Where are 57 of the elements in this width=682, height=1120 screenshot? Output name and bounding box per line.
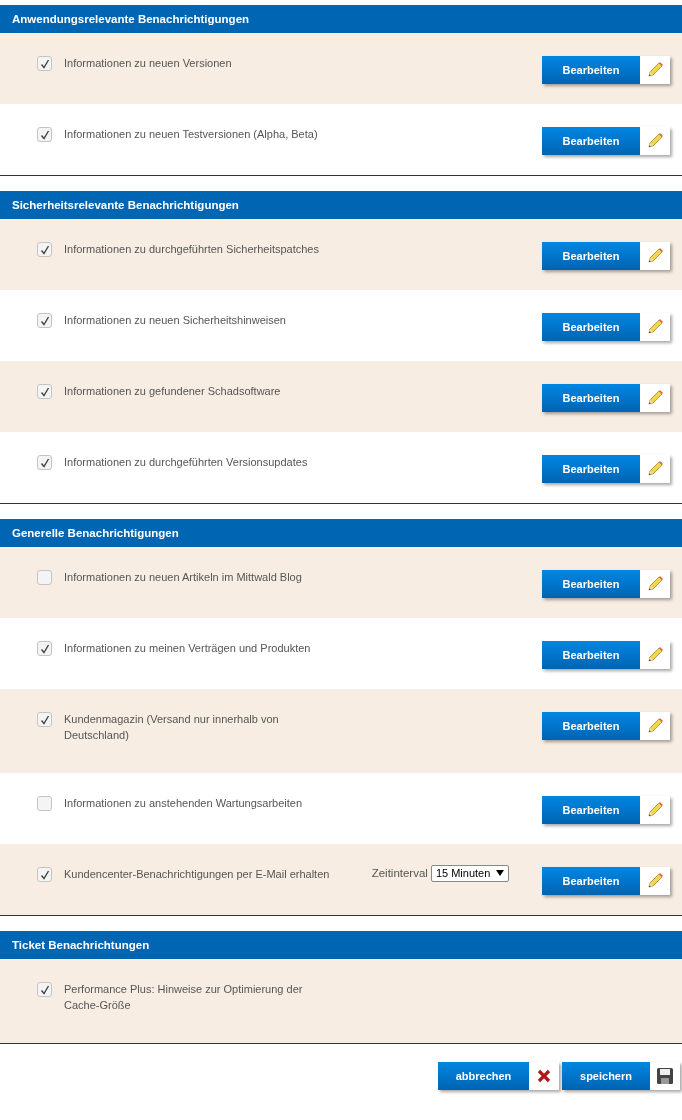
pencil-icon (646, 389, 664, 407)
pencil-icon (646, 460, 664, 478)
edit-button[interactable]: Bearbeiten (542, 712, 640, 740)
save-button[interactable]: speichern (562, 1062, 650, 1090)
option-label: Informationen zu neuen Testversionen (Alpha, Beta) (64, 127, 319, 142)
edit-button[interactable]: Bearbeiten (542, 384, 640, 412)
pencil-icon (646, 61, 664, 79)
pencil-icon (646, 318, 664, 336)
pencil-icon (646, 646, 664, 664)
checkbox[interactable] (37, 313, 52, 328)
section-header: Sicherheitsrelevante Benachrichtigungen (0, 191, 682, 219)
edit-button[interactable]: Bearbeiten (542, 127, 640, 155)
section-header: Ticket Benachrichtungen (0, 931, 682, 959)
pencil-icon (646, 801, 664, 819)
pencil-icon (646, 575, 664, 593)
pencil-icon (646, 872, 664, 890)
option-label: Informationen zu neuen Artikeln im Mittwald Blog (64, 570, 303, 585)
option-label: Informationen zu neuen Versionen (64, 56, 233, 71)
interval-label: Zeitinterval (371, 866, 428, 881)
option-label: Informationen zu durchgeführten Versionsupdates (64, 455, 309, 470)
checkbox[interactable] (37, 455, 52, 470)
option-label: Informationen zu anstehenden Wartungsarbeiten (64, 796, 304, 811)
edit-button[interactable]: Bearbeiten (542, 641, 640, 669)
pencil-icon (646, 717, 664, 735)
option-label: Informationen zu meinen Verträgen und Produkten (64, 641, 312, 656)
option-label: Informationen zu neuen Sicherheitshinweisen (64, 313, 287, 328)
pencil-icon (646, 132, 664, 150)
cancel-button[interactable]: abbrechen (438, 1062, 529, 1090)
section-header: Anwendungsrelevante Benachrichtigungen (0, 5, 682, 33)
checkbox[interactable] (37, 867, 52, 882)
edit-button[interactable]: Bearbeiten (542, 242, 640, 270)
checkbox[interactable] (37, 712, 52, 727)
checkbox[interactable] (37, 570, 52, 585)
edit-button[interactable]: Bearbeiten (542, 570, 640, 598)
edit-button[interactable]: Bearbeiten (542, 796, 640, 824)
close-icon[interactable] (537, 1069, 551, 1083)
checkbox[interactable] (37, 982, 52, 997)
option-label: Kundenmagazin (Versand nur innerhalb von Deutschland) (64, 712, 280, 743)
checkbox[interactable] (37, 641, 52, 656)
pencil-icon (646, 247, 664, 265)
checkbox[interactable] (37, 796, 52, 811)
save-icon[interactable] (656, 1067, 674, 1085)
checkbox[interactable] (37, 127, 52, 142)
caret-icon (496, 869, 505, 878)
option-label: Kundencenter-Benachrichtigungen per E-Mail erhalten (64, 867, 331, 882)
option-label: Informationen zu durchgeführten Sicherheitspatches (64, 242, 320, 257)
checkbox[interactable] (37, 384, 52, 399)
option-label: Performance Plus: Hinweise zur Optimierung der Cache-Größe (64, 982, 304, 1013)
option-label: Informationen zu gefundener Schadsoftware (64, 384, 282, 399)
section-header: Generelle Benachrichtigungen (0, 519, 682, 547)
edit-button[interactable]: Bearbeiten (542, 56, 640, 84)
edit-button[interactable]: Bearbeiten (542, 313, 640, 341)
checkbox[interactable] (37, 242, 52, 257)
interval-select[interactable]: 15 Minuten (430, 865, 510, 883)
checkbox[interactable] (37, 56, 52, 71)
edit-button[interactable]: Bearbeiten (542, 867, 640, 895)
edit-button[interactable]: Bearbeiten (542, 455, 640, 483)
